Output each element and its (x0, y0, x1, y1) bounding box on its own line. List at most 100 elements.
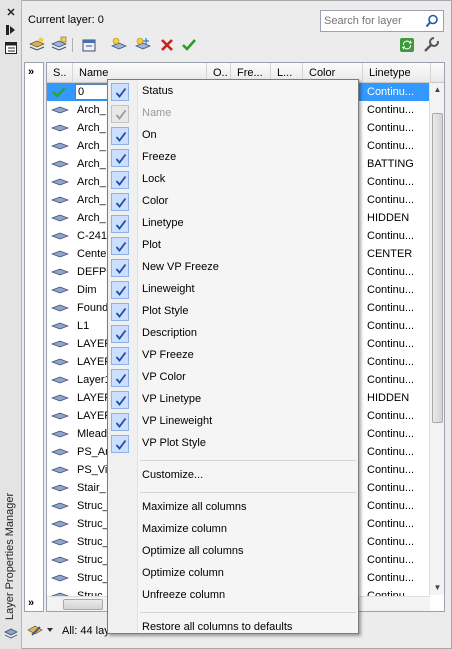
linetype-cell[interactable]: Continu... (367, 299, 414, 317)
menu-item-linetype[interactable]: Linetype (108, 213, 358, 235)
layer-status-icon[interactable] (51, 176, 69, 188)
filter-tree-collapsed[interactable]: » » (24, 62, 44, 612)
layer-name-cell[interactable]: Found (77, 299, 108, 317)
layer-name-cell[interactable]: Arch_ (77, 191, 106, 209)
linetype-cell[interactable]: Continu... (367, 101, 414, 119)
menu-item-lock[interactable]: Lock (108, 169, 358, 191)
set-current-icon[interactable] (180, 36, 198, 54)
linetype-cell[interactable]: Continu... (367, 407, 414, 425)
linetype-cell[interactable]: BATTING (367, 155, 414, 173)
linetype-cell[interactable]: Continu... (367, 461, 414, 479)
layer-name-cell[interactable]: Struc_ (77, 497, 109, 515)
layer-status-icon[interactable] (51, 572, 69, 584)
layer-status-icon[interactable] (51, 536, 69, 548)
linetype-cell[interactable]: Continu... (367, 119, 414, 137)
menu-item-vp-color[interactable]: VP Color (108, 367, 358, 389)
layer-status-icon[interactable] (51, 302, 69, 314)
linetype-cell[interactable]: Continu... (367, 443, 414, 461)
new-layer-icon[interactable] (110, 36, 128, 54)
search-input[interactable] (324, 14, 424, 28)
layer-status-icon[interactable] (51, 104, 69, 116)
layer-name-cell[interactable]: Struc_ (77, 569, 109, 587)
menu-item-customize[interactable]: Customize... (108, 465, 358, 487)
column-header-linetype[interactable]: Linetype (363, 63, 431, 83)
menu-item-status[interactable]: Status (108, 81, 358, 103)
layer-status-icon[interactable] (51, 158, 69, 170)
new-property-filter-icon[interactable] (28, 36, 46, 54)
linetype-cell[interactable]: Continu... (367, 281, 414, 299)
layer-status-icon[interactable] (51, 392, 69, 404)
menu-item-vp-plot-style[interactable]: VP Plot Style (108, 433, 358, 455)
menu-item-freeze[interactable]: Freeze (108, 147, 358, 169)
layer-name-cell[interactable]: Cente (77, 245, 106, 263)
layer-status-icon[interactable] (51, 122, 69, 134)
menu-item-color[interactable]: Color (108, 191, 358, 213)
linetype-cell[interactable]: Continu... (367, 569, 414, 587)
layer-name-cell[interactable]: Struc_ (77, 515, 109, 533)
linetype-cell[interactable]: Continu... (367, 551, 414, 569)
new-group-filter-icon[interactable] (50, 36, 68, 54)
layer-status-icon[interactable] (51, 518, 69, 530)
layer-status-icon[interactable] (51, 374, 69, 386)
layer-name-cell[interactable]: Stair_ (77, 479, 106, 497)
layer-name-cell[interactable]: Arch_ (77, 137, 106, 155)
delete-layer-icon[interactable] (158, 36, 176, 54)
menu-item-description[interactable]: Description (108, 323, 358, 345)
layer-name-cell[interactable]: Struc_ (77, 551, 109, 569)
layer-filter-dropdown-icon[interactable] (26, 622, 56, 638)
layer-status-icon[interactable] (51, 212, 69, 224)
horizontal-scroll-thumb[interactable] (63, 599, 103, 610)
layer-status-icon[interactable] (51, 248, 69, 260)
layer-status-icon[interactable] (51, 356, 69, 368)
layer-status-icon[interactable] (51, 194, 69, 206)
scroll-up-icon[interactable]: ▲ (430, 83, 444, 97)
menu-item-lineweight[interactable]: Lineweight (108, 279, 358, 301)
menu-item-plot[interactable]: Plot (108, 235, 358, 257)
layer-name-cell[interactable]: Arch_ (77, 173, 106, 191)
layer-status-icon[interactable] (51, 500, 69, 512)
refresh-icon[interactable] (398, 36, 416, 54)
linetype-cell[interactable]: Continu... (367, 263, 414, 281)
layer-name-cell[interactable]: Arch_ (77, 119, 106, 137)
linetype-cell[interactable]: Continu... (367, 425, 414, 443)
linetype-cell[interactable]: Continu... (367, 497, 414, 515)
menu-item-unfreeze-column[interactable]: Unfreeze column (108, 585, 358, 607)
layer-name-cell[interactable]: Mlead (77, 425, 107, 443)
expand-tree-icon-bottom[interactable]: » (28, 597, 34, 609)
layer-name-cell[interactable]: Layer1 (77, 371, 111, 389)
search-icon[interactable] (425, 14, 439, 28)
auto-hide-icon[interactable] (4, 24, 18, 38)
menu-item-new-vp-freeze[interactable]: New VP Freeze (108, 257, 358, 279)
scroll-down-icon[interactable]: ▼ (430, 581, 444, 595)
layer-status-icon[interactable] (51, 338, 69, 350)
new-layer-vp-frozen-icon[interactable] (134, 36, 152, 54)
menu-item-optimize-all-columns[interactable]: Optimize all columns (108, 541, 358, 563)
linetype-cell[interactable]: Continu... (367, 173, 414, 191)
linetype-cell[interactable]: CENTER (367, 245, 412, 263)
settings-icon[interactable] (422, 36, 440, 54)
menu-item-vp-freeze[interactable]: VP Freeze (108, 345, 358, 367)
layer-status-icon[interactable] (51, 446, 69, 458)
linetype-cell[interactable]: Continu... (367, 317, 414, 335)
layer-name-cell[interactable]: C-241 (77, 227, 107, 245)
current-layer-check-icon[interactable] (51, 86, 69, 98)
layer-status-icon[interactable] (51, 482, 69, 494)
linetype-cell[interactable]: Continu... (367, 353, 414, 371)
linetype-cell[interactable]: Continu... (367, 335, 414, 353)
expand-tree-icon[interactable]: » (28, 66, 34, 78)
menu-item-vp-lineweight[interactable]: VP Lineweight (108, 411, 358, 433)
layer-status-icon[interactable] (51, 284, 69, 296)
menu-item-vp-linetype[interactable]: VP Linetype (108, 389, 358, 411)
linetype-cell[interactable]: HIDDEN (367, 209, 409, 227)
linetype-cell[interactable]: Continu... (367, 191, 414, 209)
column-header-status[interactable]: S.. (47, 63, 73, 83)
layer-status-icon[interactable] (51, 464, 69, 476)
menu-item-restore-defaults[interactable]: Restore all columns to defaults (108, 617, 358, 639)
vertical-scrollbar[interactable]: ▲ ▼ (429, 83, 444, 595)
properties-menu-icon[interactable] (4, 42, 18, 56)
layer-status-icon[interactable] (51, 410, 69, 422)
menu-item-plot-style[interactable]: Plot Style (108, 301, 358, 323)
linetype-cell[interactable]: Continu... (367, 515, 414, 533)
layer-name-cell[interactable]: PS_Ar (77, 443, 109, 461)
layer-name-cell[interactable]: Dim (77, 281, 97, 299)
